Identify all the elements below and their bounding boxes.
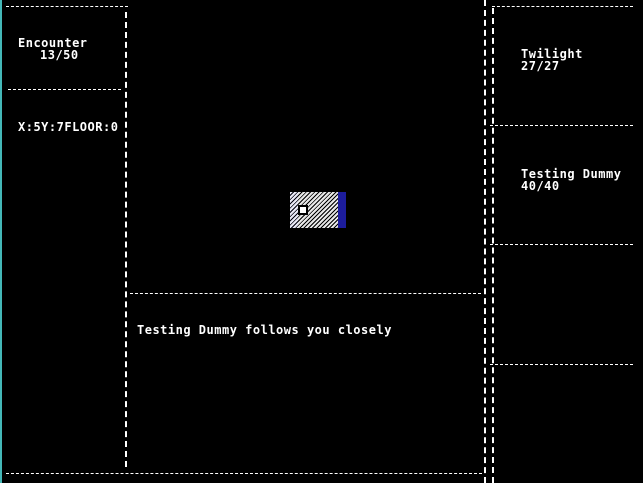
right-panel-top-border	[492, 6, 633, 7]
left-panel-right-border	[125, 12, 127, 467]
left-panel-divider	[8, 89, 121, 90]
position-readout: X:5Y:7FLOOR:0	[18, 120, 119, 134]
map-view	[290, 192, 346, 228]
message-log-line: Testing Dummy follows you closely	[137, 323, 392, 337]
bottom-border	[6, 473, 482, 474]
right-panel-divider-2	[490, 244, 633, 245]
message-log-top-border	[130, 293, 481, 294]
right-panel-left-border-inner	[492, 8, 494, 483]
party-member-hp: 27/27	[521, 59, 560, 73]
party-member-hp: 40/40	[521, 179, 560, 193]
left-panel-top-border	[6, 6, 128, 7]
player-marker-icon	[298, 205, 308, 215]
right-panel-divider-1	[490, 125, 633, 126]
encounter-counter: 13/50	[40, 48, 79, 62]
right-panel-left-border-outer	[484, 0, 486, 483]
wall-tile-right	[338, 192, 346, 228]
window-left-edge	[0, 0, 2, 483]
right-panel-divider-3	[490, 364, 633, 365]
